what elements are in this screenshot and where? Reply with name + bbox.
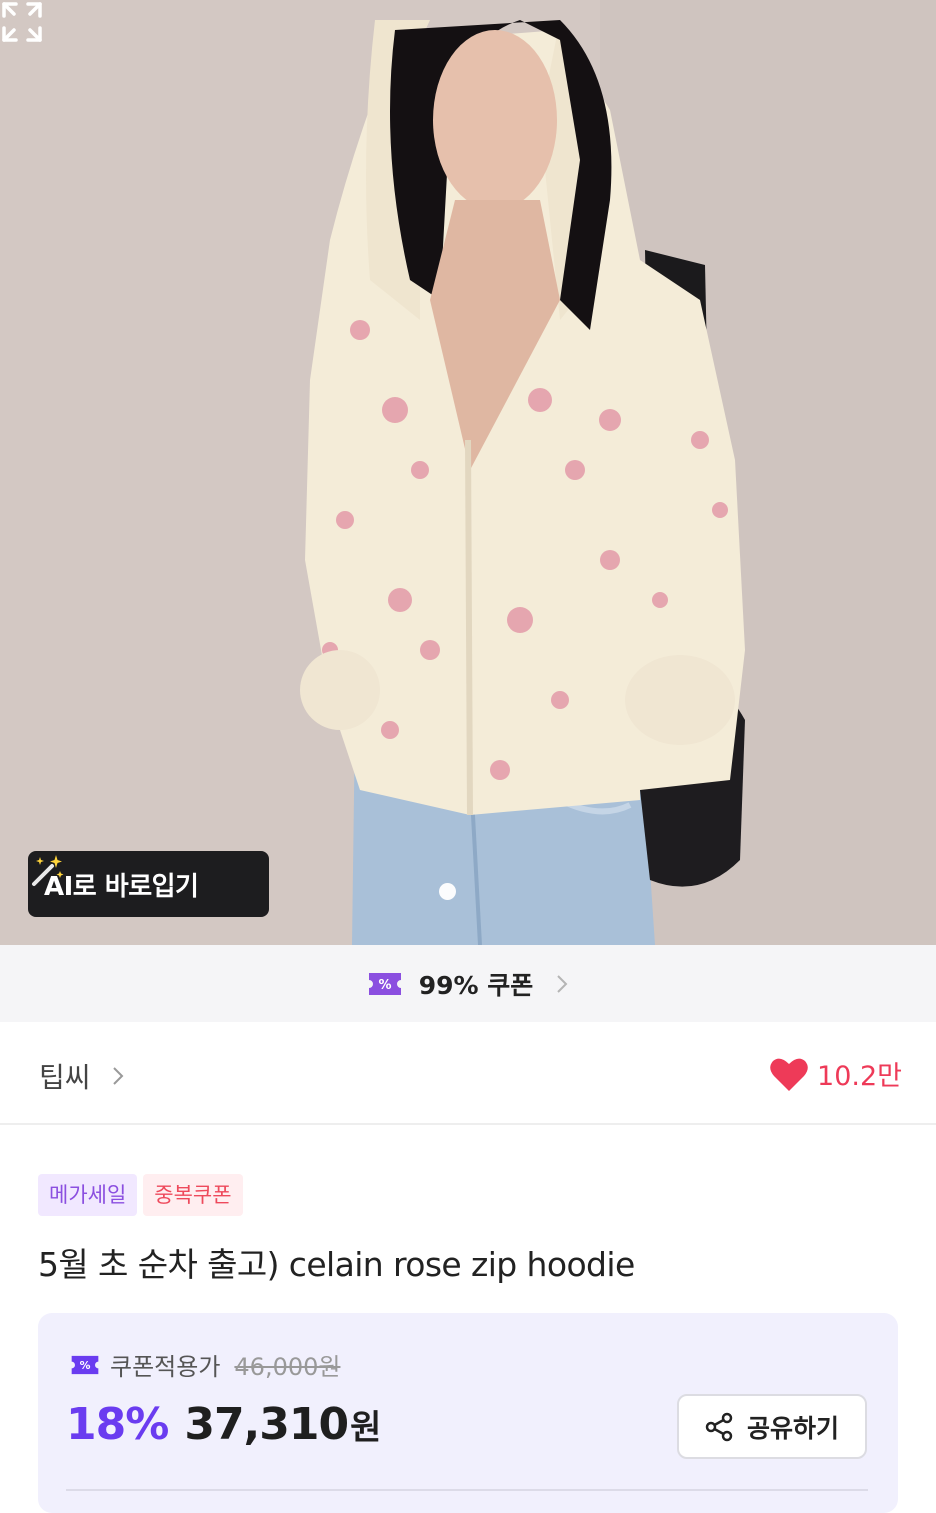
magic-wand-icon <box>32 855 64 886</box>
ai-try-on-label: AI로 바로입기 <box>44 871 199 902</box>
coupon-icon: % <box>71 1355 99 1374</box>
product-image[interactable]: AI로 바로입기 <box>0 0 936 945</box>
coupon-price-label: 쿠폰적용가 <box>110 1353 221 1381</box>
mega-sale-badge: 메가세일 <box>38 1174 138 1216</box>
product-photo-illustration <box>0 0 936 945</box>
like-button[interactable]: 10.2만 <box>769 1054 902 1093</box>
svg-text:%: % <box>80 1359 91 1372</box>
like-count: 10.2만 <box>817 1061 902 1092</box>
original-price: 46,000원 <box>234 1353 341 1381</box>
stack-coupon-badge: 중복쿠폰 <box>143 1174 243 1216</box>
price-box: % 쿠폰적용가 46,000원 18% 37,310 원 공유하기 <box>38 1313 898 1513</box>
heart-icon <box>770 1058 808 1091</box>
sale-price: 37,310 <box>184 1399 349 1450</box>
coupon-banner[interactable]: % 99% 쿠폰 <box>0 945 936 1022</box>
share-label: 공유하기 <box>746 1413 839 1443</box>
coupon-icon: % <box>368 972 401 995</box>
currency-unit: 원 <box>350 1408 382 1448</box>
chevron-right-icon[interactable] <box>112 1066 124 1086</box>
discount-rate: 18% <box>66 1399 169 1450</box>
product-title: 5월 초 순차 출고) celain rose zip hoodie <box>38 1245 635 1284</box>
expand-icon[interactable] <box>0 0 44 44</box>
share-button[interactable]: 공유하기 <box>677 1394 867 1459</box>
share-icon <box>705 1412 733 1441</box>
divider <box>66 1489 868 1491</box>
coupon-banner-text: 99% 쿠폰 <box>418 970 534 1000</box>
ai-try-on-button[interactable]: AI로 바로입기 <box>28 851 269 917</box>
shop-row: 팁씨 10.2만 <box>0 1022 936 1125</box>
shop-name[interactable]: 팁씨 <box>39 1056 91 1096</box>
product-badges: 메가세일 중복쿠폰 <box>38 1174 249 1216</box>
carousel-indicator[interactable] <box>439 883 456 900</box>
svg-text:%: % <box>378 978 391 993</box>
chevron-right-icon <box>557 974 568 993</box>
